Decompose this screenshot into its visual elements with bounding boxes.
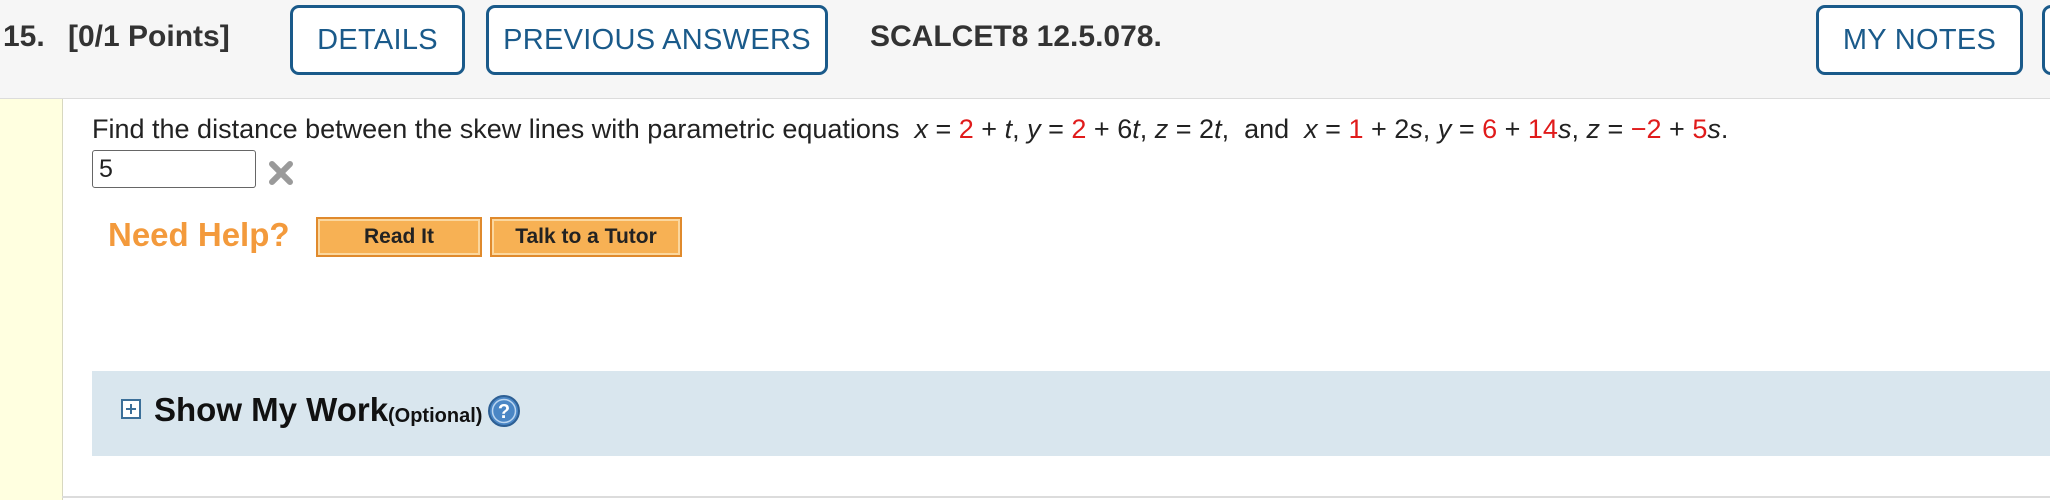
line2-y-coef: 14 bbox=[1527, 114, 1558, 144]
line2-y-var: y bbox=[1437, 114, 1452, 144]
show-my-work-title[interactable]: Show My Work bbox=[154, 391, 388, 429]
line2-y-plus: + bbox=[1497, 114, 1528, 144]
line2-y-const: 6 bbox=[1482, 114, 1498, 144]
bottom-divider bbox=[62, 496, 2050, 498]
line1-x-plus: + bbox=[973, 114, 1005, 144]
left-margin-strip bbox=[0, 99, 63, 500]
overflow-button[interactable] bbox=[2042, 5, 2050, 75]
line2-z-var: z bbox=[1586, 114, 1600, 144]
question-circle-icon[interactable]: ? bbox=[487, 394, 521, 428]
line1-y-coef: 6 bbox=[1117, 114, 1133, 144]
question-points: [0/1 Points] bbox=[68, 20, 230, 53]
line1-y-const: 2 bbox=[1071, 114, 1087, 144]
line1-z-eq: = bbox=[1168, 114, 1200, 144]
question-header: 15. [0/1 Points] DETAILS PREVIOUS ANSWER… bbox=[0, 0, 2050, 99]
optional-label: (Optional) bbox=[388, 405, 483, 427]
question-text: Find the distance between the skew lines… bbox=[92, 114, 1729, 144]
show-my-work-bar[interactable]: Show My Work (Optional) ? bbox=[92, 371, 2050, 456]
line2-z-eq: = bbox=[1599, 114, 1631, 144]
line2-z-coef: 5 bbox=[1692, 114, 1708, 144]
question-id: SCALCET8 12.5.078. bbox=[870, 20, 1162, 53]
line2-x-coef: 2 bbox=[1394, 114, 1410, 144]
previous-answers-button[interactable]: PREVIOUS ANSWERS bbox=[486, 5, 828, 75]
line1-x-eq: = bbox=[927, 114, 959, 144]
plus-box-icon[interactable] bbox=[121, 399, 141, 419]
line2-x-param: s bbox=[1409, 114, 1423, 144]
line2-z-const: −2 bbox=[1630, 114, 1662, 144]
line1-y-plus: + bbox=[1086, 114, 1118, 144]
need-help-label: Need Help? bbox=[108, 216, 290, 253]
line2-y-eq: = bbox=[1451, 114, 1483, 144]
details-button[interactable]: DETAILS bbox=[290, 5, 465, 75]
question-number: 15. bbox=[3, 20, 45, 53]
question-prompt: Find the distance between the skew lines… bbox=[92, 114, 900, 144]
line2-z-plus: + bbox=[1661, 114, 1693, 144]
line2-z-param: s bbox=[1707, 114, 1721, 144]
line1-z-param: t bbox=[1214, 114, 1222, 144]
my-notes-button[interactable]: MY NOTES bbox=[1816, 5, 2023, 75]
read-it-button[interactable]: Read It bbox=[316, 217, 482, 257]
line1-x-const: 2 bbox=[958, 114, 974, 144]
x-icon bbox=[269, 161, 293, 185]
line2-y-param: s bbox=[1557, 114, 1572, 144]
line1-z-coef: 2 bbox=[1199, 114, 1215, 144]
line1-x-var: x bbox=[914, 114, 928, 144]
line1-x-param: t bbox=[1004, 114, 1013, 144]
svg-text:?: ? bbox=[498, 401, 510, 423]
line2-x-plus: + bbox=[1363, 114, 1395, 144]
and-text: and bbox=[1244, 114, 1290, 144]
line2-x-eq: = bbox=[1317, 114, 1349, 144]
talk-to-tutor-button[interactable]: Talk to a Tutor bbox=[490, 217, 682, 257]
line1-y-param: t bbox=[1132, 114, 1140, 144]
answer-input[interactable] bbox=[92, 150, 256, 188]
line2-x-const: 1 bbox=[1348, 114, 1364, 144]
line1-y-eq: = bbox=[1040, 114, 1072, 144]
line2-x-var: x bbox=[1304, 114, 1318, 144]
line1-y-var: y bbox=[1027, 114, 1041, 144]
line1-z-var: z bbox=[1154, 114, 1169, 144]
